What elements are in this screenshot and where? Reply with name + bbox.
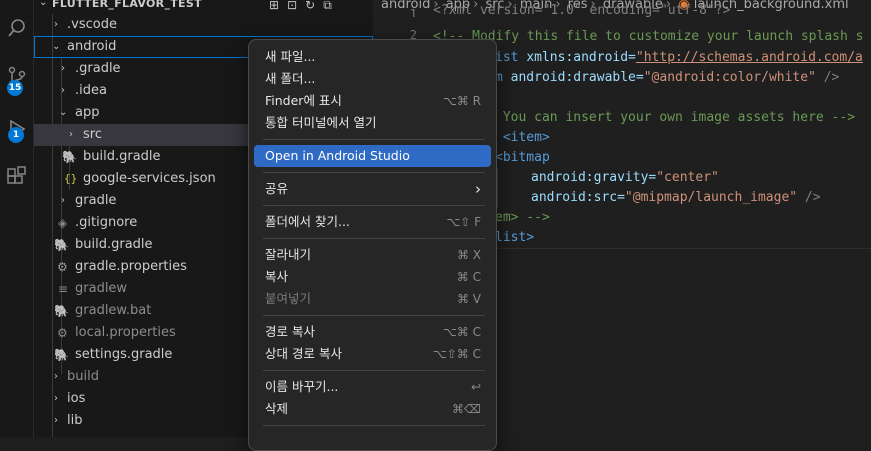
run-debug-badge: 1 <box>8 127 24 143</box>
chevron-right-icon: › <box>61 63 65 74</box>
indent-guide <box>497 168 498 208</box>
menu-item-rename[interactable]: 이름 바꾸기... ↩ <box>254 376 491 398</box>
extensions-icon[interactable] <box>0 162 33 192</box>
code-line-1: <?xml version="1.0" encoding="utf-8"?> <box>433 4 731 18</box>
gear-icon: ⚙ <box>57 260 68 274</box>
code-line-6: You can insert your own image assets her… <box>495 110 856 125</box>
gradle-icon: 🐘 <box>62 150 77 164</box>
chevron-right-icon: › <box>54 393 58 404</box>
chevron-down-icon[interactable]: ⌄ <box>39 0 47 8</box>
chevron-right-icon: › <box>69 129 73 140</box>
code-line-4: m android:drawable="@android:color/white… <box>495 70 840 85</box>
chevron-down-icon: ⌄ <box>52 41 61 52</box>
menu-item-paste: 붙여넣기 ⌘ V <box>265 291 481 306</box>
menu-separator <box>263 425 485 426</box>
activity-bar: 15 1 <box>0 0 34 437</box>
chevron-right-icon: › <box>475 180 481 198</box>
menu-item-find-in-folder[interactable]: 폴더에서 찾기... ⌥⇧ F <box>254 211 491 233</box>
menu-separator <box>263 172 485 173</box>
chevron-right-icon: › <box>54 415 58 426</box>
code-line-10: android:src="@mipmap/launch_image" /> <box>531 190 821 205</box>
workspace-root-title[interactable]: FLUTTER_FLAVOR_TEST <box>52 0 202 10</box>
menu-item-new-folder[interactable]: 새 폴더... <box>254 68 491 90</box>
explorer-header: ⌄ FLUTTER_FLAVOR_TEST ⊞ ⊡ ↻ ⧉ <box>34 0 373 14</box>
menu-separator <box>263 205 485 206</box>
code-line-7: <item> <box>495 130 550 145</box>
refresh-icon[interactable]: ↻ <box>305 0 315 13</box>
chevron-right-icon: › <box>54 19 58 30</box>
menu-item-copy-relative-path[interactable]: 상대 경로 복사 ⌥⇧⌘ C <box>254 343 491 365</box>
menu-separator <box>263 370 485 371</box>
collapse-all-icon[interactable]: ⧉ <box>323 0 332 13</box>
menu-separator <box>263 238 485 239</box>
code-line-9: android:gravity="center" <box>531 170 719 185</box>
gear-icon: ⚙ <box>57 326 68 340</box>
code-line-3: ist xmlns:android="http://schemas.androi… <box>495 50 863 65</box>
gradle-icon: 🐘 <box>54 238 69 252</box>
menu-item-share[interactable]: 공유 › <box>254 178 491 200</box>
chevron-right-icon: › <box>61 195 65 206</box>
menu-item-copy[interactable]: 복사 ⌘ C <box>254 266 491 288</box>
menu-item-open-in-terminal[interactable]: 통합 터미널에서 열기 <box>254 112 491 134</box>
chevron-right-icon: › <box>61 85 65 96</box>
code-line-11: em> --> <box>495 210 550 225</box>
gitignore-icon: ◈ <box>58 216 68 230</box>
search-icon[interactable] <box>0 13 33 43</box>
context-menu: 새 파일... 새 폴더... Finder에 표시 ⌥⌘ R 통합 터미널에서 … <box>248 39 497 451</box>
menu-item-delete[interactable]: 삭제 ⌘⌫ <box>254 398 491 420</box>
code-line-8: <bitmap <box>495 150 550 165</box>
json-icon: {} <box>64 172 78 185</box>
code-line-2: <!-- Modify this file to customize your … <box>433 29 864 44</box>
source-control-badge: 15 <box>7 80 23 96</box>
menu-item-reveal-in-finder[interactable]: Finder에 표시 ⌥⌘ R <box>254 90 491 112</box>
line-number: 1 <box>409 7 417 17</box>
menu-separator <box>263 315 485 316</box>
menu-separator <box>263 139 485 140</box>
new-folder-icon[interactable]: ⊡ <box>287 0 297 13</box>
menu-item-cut[interactable]: 잘라내기 ⌘ X <box>254 244 491 266</box>
tree-item-vscode[interactable]: › .vscode <box>34 14 373 36</box>
code-line-12: list> <box>495 230 535 245</box>
chevron-right-icon: › <box>54 371 58 382</box>
menu-item-copy-path[interactable]: 경로 복사 ⌥⌘ C <box>254 321 491 343</box>
current-line-border <box>493 248 871 249</box>
menu-item-new-file[interactable]: 새 파일... <box>254 46 491 68</box>
gradle-icon: 🐘 <box>54 348 69 362</box>
chevron-down-icon: ⌄ <box>59 107 68 118</box>
gradle-icon: 🐘 <box>54 304 69 318</box>
text-file-icon: ≡ <box>58 282 69 296</box>
menu-item-open-in-android-studio[interactable]: Open in Android Studio <box>254 145 491 167</box>
new-file-icon[interactable]: ⊞ <box>269 0 279 13</box>
